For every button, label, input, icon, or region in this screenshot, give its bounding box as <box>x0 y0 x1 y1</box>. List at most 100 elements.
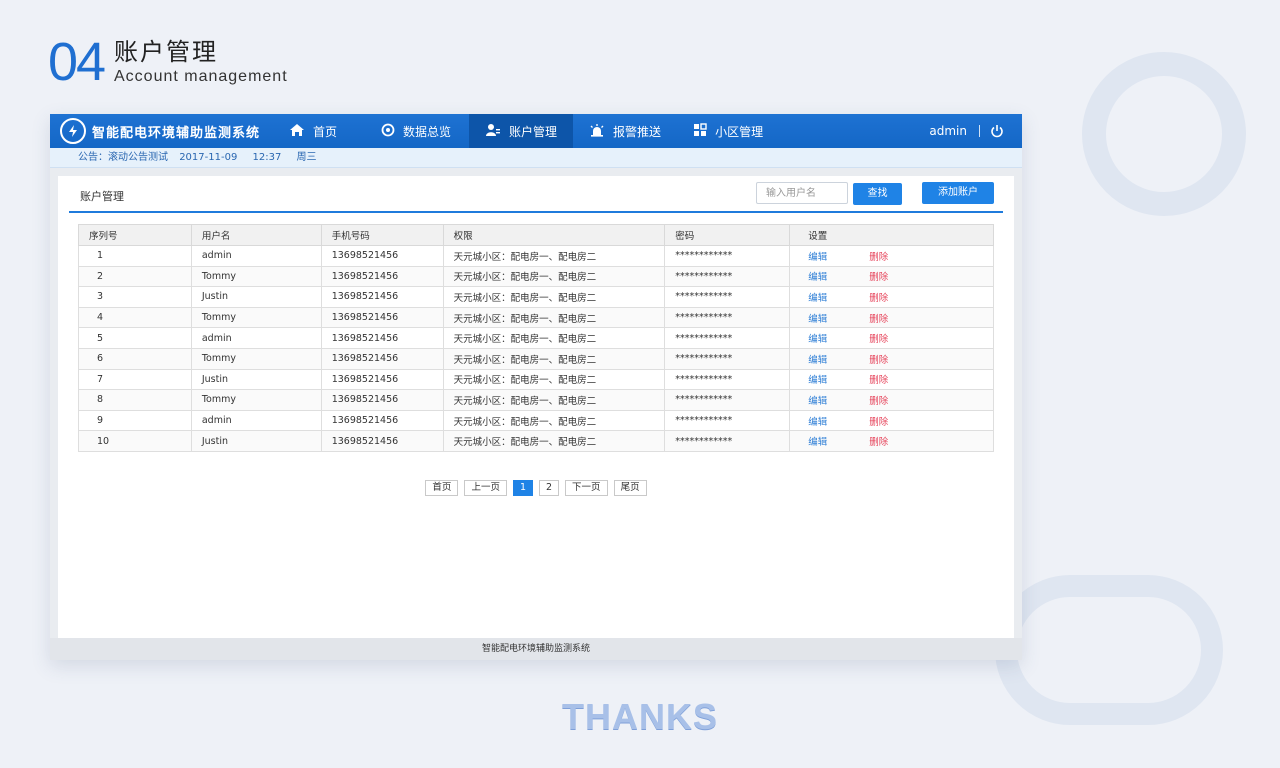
delete-link[interactable]: 删除 <box>869 417 888 428</box>
search-button[interactable]: 查找 <box>853 183 902 205</box>
edit-link[interactable]: 编辑 <box>808 437 827 448</box>
cell-permission: 天元城小区：配电房一、配电房二 <box>442 347 666 370</box>
brand[interactable]: 智能配电环境辅助监测系统 <box>50 118 277 144</box>
notice-time: 12:37 <box>252 152 282 163</box>
nav-divider <box>979 125 980 137</box>
cell-actions: 编辑 删除 <box>789 286 994 308</box>
page-number-button[interactable]: 1 <box>512 480 533 496</box>
edit-link[interactable]: 编辑 <box>808 252 827 263</box>
cell-password: ************ <box>664 327 791 349</box>
delete-link[interactable]: 删除 <box>869 375 888 386</box>
cell-actions: 编辑 删除 <box>789 306 994 329</box>
cell-permission: 天元城小区：配电房一、配电房二 <box>442 265 666 288</box>
delete-link[interactable]: 删除 <box>869 293 888 304</box>
edit-link[interactable]: 编辑 <box>808 417 827 428</box>
cell-password: ************ <box>664 265 791 288</box>
delete-link[interactable]: 删除 <box>869 272 888 283</box>
cell-password: ************ <box>664 347 791 370</box>
cell-username: Tommy <box>190 306 322 329</box>
cell-index: 10 <box>78 430 192 452</box>
notice-bar: 公告：滚动公告测试 2017-11-09 12:37 周三 <box>50 148 1022 168</box>
column-header: 设置 <box>789 224 994 246</box>
lightning-icon <box>60 118 86 144</box>
pagination: 首页 上一页 1 2 下一页 尾页 <box>58 480 1014 496</box>
notice-date: 2017-11-09 <box>179 152 238 163</box>
cell-password: ************ <box>664 368 791 391</box>
cell-phone: 13698521456 <box>320 265 444 288</box>
cell-index: 3 <box>78 286 192 308</box>
cell-phone: 13698521456 <box>320 286 444 308</box>
delete-link[interactable]: 删除 <box>869 437 888 448</box>
dashboard-icon <box>381 123 403 140</box>
column-header: 手机号码 <box>320 224 444 246</box>
page-number-button[interactable]: 2 <box>539 480 560 496</box>
nav-item-community[interactable]: 小区管理 <box>677 114 779 148</box>
cell-username: admin <box>190 245 322 267</box>
cell-actions: 编辑 删除 <box>789 327 994 349</box>
cell-username: Tommy <box>190 389 322 411</box>
cell-username: admin <box>190 327 322 349</box>
alarm-icon <box>589 123 613 140</box>
edit-link[interactable]: 编辑 <box>808 375 827 386</box>
cell-actions: 编辑 删除 <box>789 389 994 411</box>
cell-phone: 13698521456 <box>320 430 444 452</box>
accounts-table: 序列号 用户名 手机号码 权限 密码 设置 1 admin 13698521456 天… <box>78 224 994 452</box>
search-input[interactable] <box>756 182 848 204</box>
page-next-button[interactable]: 下一页 <box>565 480 608 496</box>
cell-index: 1 <box>78 245 192 267</box>
nav-item-account-manage[interactable]: 账户管理 <box>469 114 574 148</box>
decorative-ring <box>1082 52 1246 216</box>
edit-link[interactable]: 编辑 <box>808 334 827 345</box>
cell-phone: 13698521456 <box>320 347 444 370</box>
cell-password: ************ <box>664 409 791 432</box>
slide-number: 04 <box>48 32 106 92</box>
edit-link[interactable]: 编辑 <box>808 293 827 304</box>
cell-actions: 编辑 删除 <box>789 409 994 432</box>
cell-phone: 13698521456 <box>320 368 444 391</box>
cell-phone: 13698521456 <box>320 306 444 329</box>
user-manage-icon <box>485 123 509 140</box>
power-icon[interactable] <box>990 124 1004 138</box>
edit-link[interactable]: 编辑 <box>808 355 827 366</box>
delete-link[interactable]: 删除 <box>869 396 888 407</box>
current-user[interactable]: admin <box>929 124 975 138</box>
page-first-button[interactable]: 首页 <box>425 480 459 496</box>
cell-actions: 编辑 删除 <box>789 265 994 288</box>
nav-item-home[interactable]: 首页 <box>277 114 353 148</box>
page-last-button[interactable]: 尾页 <box>613 480 647 496</box>
top-navbar: 智能配电环境辅助监测系统 首页 数据总览 账户管理 报警推送 小区管理 admi… <box>50 114 1022 148</box>
edit-link[interactable]: 编辑 <box>808 272 827 283</box>
cell-index: 7 <box>78 368 192 391</box>
column-header: 用户名 <box>190 224 322 246</box>
delete-link[interactable]: 删除 <box>869 355 888 366</box>
delete-link[interactable]: 删除 <box>869 314 888 325</box>
delete-link[interactable]: 删除 <box>869 334 888 345</box>
cell-index: 8 <box>78 389 192 411</box>
edit-link[interactable]: 编辑 <box>808 396 827 407</box>
cell-index: 6 <box>78 347 192 370</box>
table-row: 9 admin 13698521456 天元城小区：配电房一、配电房二 ********… <box>78 409 994 432</box>
nav-item-data-overview[interactable]: 数据总览 <box>353 114 467 148</box>
home-icon <box>289 123 313 140</box>
page-prev-button[interactable]: 上一页 <box>464 480 507 496</box>
column-header: 序列号 <box>78 224 192 246</box>
table-row: 2 Tommy 13698521456 天元城小区：配电房一、配电房二 ********… <box>78 265 994 288</box>
cell-permission: 天元城小区：配电房一、配电房二 <box>442 245 666 267</box>
cell-index: 9 <box>78 409 192 432</box>
cell-permission: 天元城小区：配电房一、配电房二 <box>442 430 666 452</box>
edit-link[interactable]: 编辑 <box>808 314 827 325</box>
table-row: 8 Tommy 13698521456 天元城小区：配电房一、配电房二 ********… <box>78 389 994 411</box>
nav-label: 小区管理 <box>715 124 764 139</box>
notice-text: 公告：滚动公告测试 <box>78 152 168 163</box>
cell-username: Tommy <box>190 265 322 288</box>
column-header: 权限 <box>442 224 666 246</box>
cell-password: ************ <box>664 306 791 329</box>
add-account-button[interactable]: 添加账户 <box>922 182 994 204</box>
cell-password: ************ <box>664 245 791 267</box>
cell-phone: 13698521456 <box>320 389 444 411</box>
nav-item-alarm[interactable]: 报警推送 <box>573 114 677 148</box>
cell-permission: 天元城小区：配电房一、配电房二 <box>442 409 666 432</box>
delete-link[interactable]: 删除 <box>869 252 888 263</box>
cell-phone: 13698521456 <box>320 409 444 432</box>
panel-divider <box>69 211 1003 213</box>
